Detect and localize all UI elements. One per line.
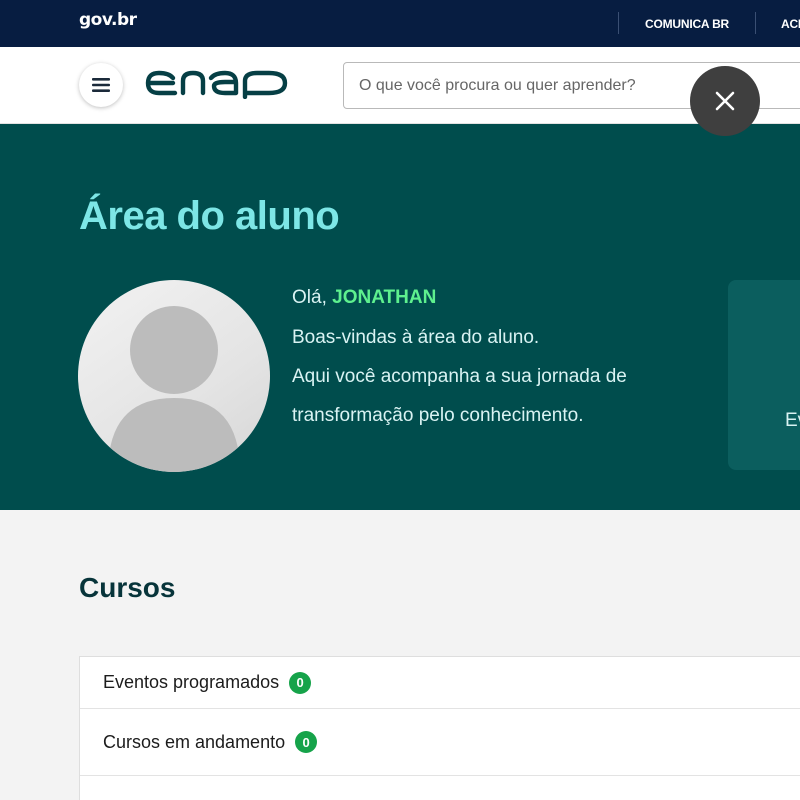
description-line: Aqui você acompanha a sua jornada de [292,366,627,387]
user-name: JONATHAN [332,287,437,308]
list-item-label: Cursos em andamento [103,731,286,752]
courses-heading: Cursos [79,572,176,603]
site-header [0,47,800,124]
gov-bar: gov.br COMUNICA BR ACE [0,0,800,47]
user-avatar [78,280,270,472]
greeting: Olá, JONATHAN [292,287,436,309]
close-button[interactable] [690,66,760,136]
enap-logo[interactable] [145,69,290,99]
gov-link-comunica-br[interactable]: COMUNICA BR [645,17,729,31]
welcome-line: Boas-vindas à área do aluno. [292,327,540,348]
menu-button[interactable] [79,63,123,107]
list-item-eventos-programados[interactable]: Eventos programados 0 [80,657,800,709]
close-icon [715,91,735,111]
page-title: Área do aluno [79,194,340,238]
hamburger-icon [92,78,110,92]
gov-bar-divider [755,12,756,34]
courses-list: Eventos programados 0 Cursos em andament… [79,656,800,800]
list-item-cursos-em-andamento[interactable]: Cursos em andamento 0 [80,709,800,776]
user-avatar-icon [108,306,240,472]
student-area-hero: Área do aluno Olá, JONATHAN Boas-vindas … [0,124,800,510]
description-line: transformação pelo conhecimento. [292,405,584,426]
govbr-logo[interactable]: gov.br [79,10,137,30]
count-badge: 0 [295,731,318,753]
list-item-label: Eventos programados [103,672,280,692]
greeting-prefix: Olá, [292,287,327,308]
gov-bar-divider [618,12,619,34]
gov-link-acesso[interactable]: ACE [781,17,800,31]
events-card[interactable]: Ev [728,280,800,470]
count-badge: 0 [289,671,312,694]
events-card-label: Ev [785,410,800,431]
